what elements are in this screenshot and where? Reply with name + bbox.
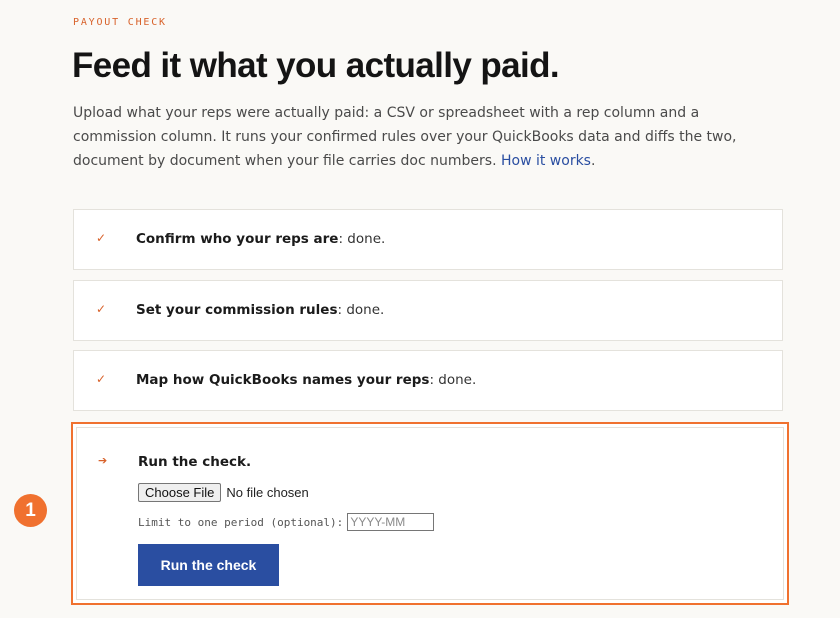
check-icon: ✓ (96, 231, 107, 245)
step-number-badge: 1 (14, 494, 47, 527)
step-commission-rules: ✓ Set your commission rules: done. (73, 280, 783, 341)
check-icon: ✓ (96, 372, 107, 386)
period-input[interactable] (347, 513, 435, 531)
run-check-button[interactable]: Run the check (138, 544, 279, 586)
run-check-highlight: ➔ Run the check. Choose File No file cho… (71, 422, 789, 605)
how-it-works-link[interactable]: How it works (501, 153, 591, 169)
file-picker: Choose File No file chosen (138, 483, 309, 502)
file-status: No file chosen (226, 485, 309, 500)
intro-paragraph: Upload what your reps were actually paid… (73, 101, 763, 173)
eyebrow-label: PAYOUT CHECK (73, 17, 167, 28)
step-label: Map how QuickBooks names your reps (136, 372, 430, 388)
choose-file-button[interactable]: Choose File (138, 483, 222, 502)
intro-end: . (590, 153, 596, 169)
check-icon: ✓ (96, 302, 107, 316)
intro-text: Upload what your reps were actually paid… (73, 105, 737, 169)
step-label: Set your commission rules (136, 302, 338, 318)
step-status: : done. (429, 372, 477, 388)
period-row: Limit to one period (optional): (138, 513, 435, 531)
run-check-title: Run the check. (138, 454, 252, 470)
page-title: Feed it what you actually paid. (72, 46, 560, 85)
step-label: Confirm who your reps are (136, 231, 339, 247)
step-status: : done. (338, 231, 386, 247)
run-check-card: ➔ Run the check. Choose File No file cho… (76, 427, 784, 600)
step-text: Map how QuickBooks names your reps: done… (136, 372, 476, 388)
step-status: : done. (337, 302, 385, 318)
step-text: Confirm who your reps are: done. (136, 231, 385, 247)
arrow-right-icon: ➔ (98, 454, 108, 467)
period-label: Limit to one period (optional): (138, 515, 344, 529)
step-map-rep-names: ✓ Map how QuickBooks names your reps: do… (73, 350, 783, 411)
step-confirm-reps: ✓ Confirm who your reps are: done. (73, 209, 783, 270)
step-text: Set your commission rules: done. (136, 302, 384, 318)
